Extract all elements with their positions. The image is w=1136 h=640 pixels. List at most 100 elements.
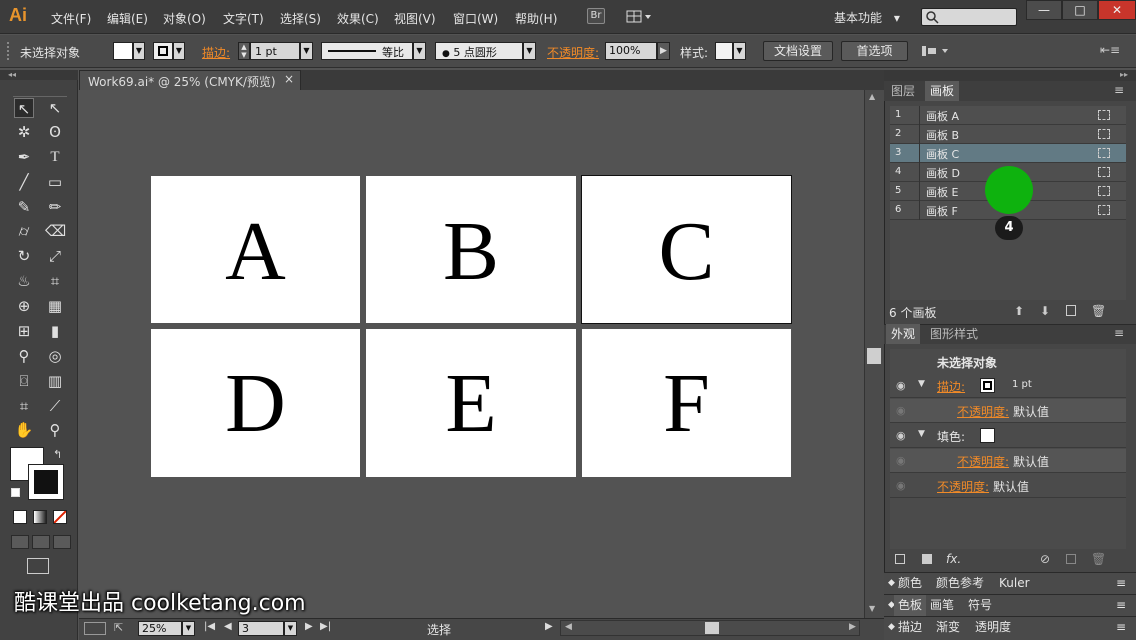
chevron-down-icon[interactable]: ▼ xyxy=(173,42,185,60)
panel-menu-icon[interactable]: ≡ xyxy=(1116,595,1126,616)
direct-selection-tool-icon[interactable]: ↖ xyxy=(45,98,65,118)
visibility-eye-icon[interactable]: ◉ xyxy=(896,429,906,442)
move-up-icon[interactable]: ⬆ xyxy=(1014,304,1024,318)
last-artboard-icon[interactable]: ▶| xyxy=(320,621,331,632)
menu-object[interactable]: 对象(O) xyxy=(163,10,206,27)
chevron-down-icon[interactable]: ▼ xyxy=(523,42,536,60)
tab-transparency[interactable]: 透明度 xyxy=(975,617,1011,638)
swap-colors-icon[interactable]: ↰ xyxy=(53,448,62,461)
pencil-tool-icon[interactable]: ✏ xyxy=(45,197,65,217)
expand-triangle-icon[interactable]: ▼ xyxy=(918,379,925,389)
menu-view[interactable]: 视图(V) xyxy=(394,10,436,27)
expand-triangle-icon[interactable]: ▼ xyxy=(918,429,925,439)
rotate-tool-icon[interactable]: ↻ xyxy=(14,246,34,266)
panel-menu-icon[interactable]: ≡ xyxy=(1114,83,1124,97)
draw-inside-icon[interactable] xyxy=(53,535,71,549)
tab-graphic-styles[interactable]: 图形样式 xyxy=(925,324,983,344)
draw-behind-icon[interactable] xyxy=(32,535,50,549)
duplicate-item-icon[interactable] xyxy=(1066,554,1076,564)
tab-layers[interactable]: 图层 xyxy=(886,81,920,101)
visibility-eye-icon[interactable]: ◉ xyxy=(896,379,906,392)
scale-tool-icon[interactable]: ⤢ xyxy=(45,246,65,266)
appearance-stroke-label[interactable]: 描边: xyxy=(937,378,965,395)
chevron-down-icon[interactable]: ▼ xyxy=(733,42,746,60)
bridge-button[interactable]: Br xyxy=(587,8,605,24)
opacity-label[interactable]: 不透明度: xyxy=(937,478,989,495)
mesh-tool-icon[interactable]: ⊞ xyxy=(14,321,34,341)
stroke-color-box[interactable] xyxy=(28,464,64,500)
gpu-icon[interactable] xyxy=(84,622,106,635)
previous-artboard-icon[interactable]: ◀ xyxy=(224,621,232,632)
visibility-eye-icon[interactable]: ◉ xyxy=(896,479,906,492)
panel-menu-icon[interactable]: ≡ xyxy=(1116,617,1126,638)
scroll-thumb[interactable] xyxy=(705,622,719,634)
gradient-mode-icon[interactable] xyxy=(33,510,47,524)
appearance-fill-row[interactable]: ◉ ▼ 填色: xyxy=(890,424,1126,448)
visibility-eye-icon[interactable]: ◉ xyxy=(896,454,906,467)
artboard-b[interactable]: B xyxy=(366,176,576,323)
arrange-documents-icon[interactable] xyxy=(626,9,652,25)
opacity-input[interactable]: 100% xyxy=(605,42,657,60)
artboard-d[interactable]: D xyxy=(151,329,360,477)
close-window-button[interactable]: ✕ xyxy=(1098,0,1136,20)
color-mode-icon[interactable] xyxy=(13,510,27,524)
appearance-stroke-opacity-row[interactable]: ◉ 不透明度: 默认值 xyxy=(890,399,1126,423)
move-down-icon[interactable]: ⬇ xyxy=(1040,304,1050,318)
chevron-down-icon[interactable]: ▼ xyxy=(413,42,426,60)
menu-edit[interactable]: 编辑(E) xyxy=(107,10,148,27)
tab-artboards[interactable]: 画板 xyxy=(925,81,960,101)
tab-symbols[interactable]: 符号 xyxy=(968,595,992,616)
scroll-thumb[interactable] xyxy=(867,348,881,364)
help-search-input[interactable] xyxy=(921,8,1017,26)
vertical-scrollbar[interactable]: ▲ ▼ xyxy=(864,90,884,618)
next-artboard-icon[interactable]: ▶ xyxy=(305,621,313,632)
graphic-style-swatch[interactable] xyxy=(715,42,733,60)
horizontal-scrollbar[interactable]: ◀ ▶ xyxy=(560,620,860,636)
stroke-profile-select[interactable]: 等比 xyxy=(321,42,413,60)
panel-menu-icon[interactable]: ≡ xyxy=(1116,573,1126,594)
scroll-up-icon[interactable]: ▲ xyxy=(869,92,875,101)
symbol-sprayer-tool-icon[interactable]: ⌼ xyxy=(14,371,34,391)
add-effect-icon[interactable]: fx. xyxy=(946,552,961,566)
type-tool-icon[interactable]: T xyxy=(45,147,65,167)
stroke-swatch[interactable] xyxy=(153,42,173,60)
opacity-label[interactable]: 不透明度: xyxy=(547,44,599,61)
chevron-down-icon[interactable]: ▼ xyxy=(182,621,195,636)
draw-normal-icon[interactable] xyxy=(11,535,29,549)
panel-menu-icon[interactable]: ≡ xyxy=(1114,326,1124,340)
selection-tool-icon[interactable]: ↖ xyxy=(14,98,34,118)
appearance-stroke-row[interactable]: ◉ ▼ 描边: 1 pt xyxy=(890,374,1126,398)
artboard-options-icon[interactable] xyxy=(1098,148,1110,158)
artboard-options-icon[interactable] xyxy=(1098,110,1110,120)
tab-color-guide[interactable]: 颜色参考 xyxy=(936,573,984,594)
shape-builder-tool-icon[interactable]: ⊕ xyxy=(14,296,34,316)
menu-help[interactable]: 帮助(H) xyxy=(515,10,557,27)
workspace-switcher[interactable]: 基本功能 ▾ xyxy=(834,9,900,26)
grip-handle[interactable] xyxy=(7,42,11,60)
expand-icon[interactable]: ◆ xyxy=(888,573,895,594)
fill-swatch[interactable] xyxy=(980,428,995,443)
fill-swatch[interactable] xyxy=(113,42,133,60)
chevron-down-icon[interactable]: ▼ xyxy=(133,42,145,60)
preferences-button[interactable]: 首选项 xyxy=(841,41,908,61)
stroke-label[interactable]: 描边: xyxy=(202,44,230,61)
artboard-options-icon[interactable] xyxy=(1098,205,1110,215)
opacity-label[interactable]: 不透明度: xyxy=(957,403,1009,420)
artboard-list-item-selected[interactable]: 3 画板 C xyxy=(890,144,1126,163)
panel-menu-icon[interactable]: ⇤≡ xyxy=(1100,43,1120,59)
scroll-down-icon[interactable]: ▼ xyxy=(869,604,875,613)
status-menu-icon[interactable]: ▶ xyxy=(545,621,553,632)
scroll-left-icon[interactable]: ◀ xyxy=(565,622,572,632)
perspective-grid-tool-icon[interactable]: ▦ xyxy=(45,296,65,316)
gradient-tool-icon[interactable]: ▮ xyxy=(45,321,65,341)
column-graph-tool-icon[interactable]: ▥ xyxy=(45,371,65,391)
chevron-right-icon[interactable]: ▶ xyxy=(657,42,670,60)
appearance-opacity-row[interactable]: ◉ 不透明度: 默认值 xyxy=(890,474,1126,498)
artboard-list-item[interactable]: 1 画板 A xyxy=(890,106,1126,125)
artboard-number-input[interactable]: 3 xyxy=(238,621,284,636)
slice-tool-icon[interactable]: ⟋ xyxy=(45,396,65,416)
menu-effect[interactable]: 效果(C) xyxy=(337,10,379,27)
delete-item-icon[interactable]: 🗑 xyxy=(1091,552,1106,566)
menu-select[interactable]: 选择(S) xyxy=(280,10,321,27)
free-transform-tool-icon[interactable]: ⌗ xyxy=(45,271,65,291)
